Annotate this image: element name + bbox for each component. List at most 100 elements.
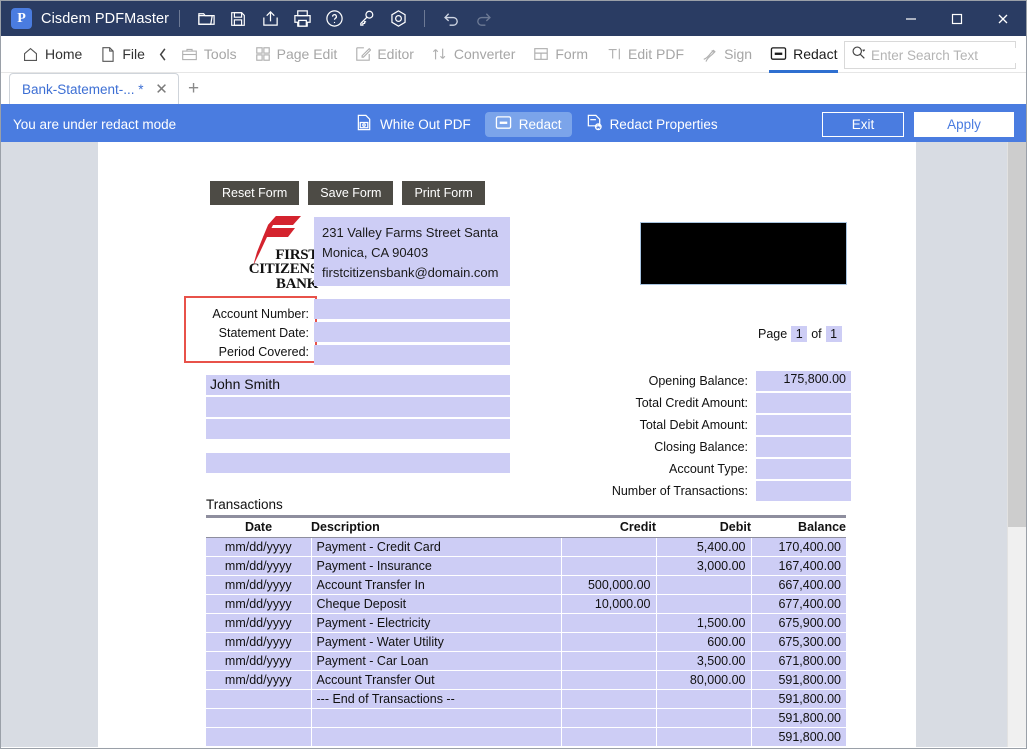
share-icon[interactable] [256, 5, 284, 33]
reset-form-button[interactable]: Reset Form [210, 181, 300, 205]
ribbon-item-converter[interactable]: Converter [423, 36, 524, 73]
ribbon-item-page-edit[interactable]: Page Edit [246, 36, 347, 73]
cell-balance[interactable]: 591,800.00 [751, 670, 846, 690]
cell-date[interactable] [206, 708, 312, 728]
cell-balance[interactable]: 667,400.00 [751, 575, 846, 595]
apply-button[interactable]: Apply [914, 111, 1014, 137]
cell-balance[interactable]: 591,800.00 [751, 708, 846, 728]
cell-date[interactable]: mm/dd/yyyy [206, 575, 312, 595]
cell-date[interactable]: mm/dd/yyyy [206, 651, 312, 671]
bank-address-field[interactable]: 231 Valley Farms Street Santa Monica, CA… [314, 217, 510, 286]
cell-date[interactable]: mm/dd/yyyy [206, 537, 312, 557]
total-debit-amount-field[interactable] [756, 415, 851, 435]
cell-debit[interactable]: 600.00 [656, 632, 752, 652]
white-out-pdf-button[interactable]: White Out PDF [346, 112, 481, 137]
print-form-button[interactable]: Print Form [402, 181, 485, 205]
cell-debit[interactable]: 3,000.00 [656, 556, 752, 576]
cell-description[interactable]: Payment - Insurance [311, 556, 562, 576]
cell-date[interactable] [206, 689, 312, 709]
undo-icon[interactable] [437, 5, 465, 33]
table-row[interactable]: mm/dd/yyyy Payment - Car Loan 3,500.00 6… [206, 651, 846, 671]
cell-credit[interactable] [561, 556, 657, 576]
ribbon-scroll-left-icon[interactable] [154, 36, 172, 73]
cell-date[interactable]: mm/dd/yyyy [206, 632, 312, 652]
opening-balance-field[interactable]: 175,800.00 [756, 371, 851, 391]
save-icon[interactable] [224, 5, 252, 33]
search-box[interactable] [844, 41, 1026, 69]
document-tab[interactable]: Bank-Statement-... * ✕ [9, 73, 179, 104]
ribbon-item-tools[interactable]: Tools [172, 36, 246, 73]
closing-balance-field[interactable] [756, 437, 851, 457]
ribbon-item-file[interactable]: File [91, 36, 154, 73]
applied-redaction-box[interactable] [640, 222, 847, 285]
table-row[interactable]: mm/dd/yyyy Payment - Electricity 1,500.0… [206, 613, 846, 633]
cell-credit[interactable] [561, 689, 657, 709]
cell-debit[interactable]: 1,500.00 [656, 613, 752, 633]
help-icon[interactable] [320, 5, 348, 33]
cell-debit[interactable] [656, 594, 752, 614]
minimize-button[interactable] [888, 1, 934, 36]
table-row[interactable]: mm/dd/yyyy Account Transfer Out 80,000.0… [206, 670, 846, 690]
cell-credit[interactable] [561, 537, 657, 557]
ribbon-item-sign[interactable]: Sign [693, 36, 761, 73]
table-row[interactable]: --- End of Transactions -- 591,800.00 [206, 689, 846, 709]
redo-icon[interactable] [469, 5, 497, 33]
cell-credit[interactable] [561, 670, 657, 690]
cell-balance[interactable]: 167,400.00 [751, 556, 846, 576]
cell-balance[interactable]: 677,400.00 [751, 594, 846, 614]
cell-credit[interactable]: 500,000.00 [561, 575, 657, 595]
ribbon-item-form[interactable]: Form [524, 36, 597, 73]
cell-balance[interactable]: 671,800.00 [751, 651, 846, 671]
cell-description[interactable]: Cheque Deposit [311, 594, 562, 614]
cell-credit[interactable] [561, 632, 657, 652]
cell-debit[interactable]: 5,400.00 [656, 537, 752, 557]
cell-date[interactable]: mm/dd/yyyy [206, 613, 312, 633]
statement-date-field[interactable] [314, 322, 510, 342]
cell-description[interactable]: Payment - Credit Card [311, 537, 562, 557]
customer-name-field[interactable]: John Smith [206, 375, 510, 395]
cell-credit[interactable] [561, 708, 657, 728]
cell-debit[interactable] [656, 708, 752, 728]
cell-balance[interactable]: 675,300.00 [751, 632, 846, 652]
scrollbar-thumb[interactable] [1008, 142, 1026, 527]
cell-credit[interactable] [561, 651, 657, 671]
redaction-selection-rectangle[interactable] [184, 296, 317, 363]
cell-balance[interactable]: 591,800.00 [751, 727, 846, 747]
cell-debit[interactable] [656, 575, 752, 595]
period-covered-field[interactable] [314, 345, 510, 365]
cell-description[interactable]: Account Transfer Out [311, 670, 562, 690]
key-icon[interactable] [352, 5, 380, 33]
vertical-scrollbar[interactable] [1007, 142, 1026, 747]
table-row[interactable]: 591,800.00 [206, 727, 846, 747]
cell-description[interactable] [311, 708, 562, 728]
search-input[interactable] [871, 47, 1026, 63]
customer-address-line-2-field[interactable] [206, 419, 510, 439]
cell-date[interactable]: mm/dd/yyyy [206, 670, 312, 690]
ribbon-item-editor[interactable]: Editor [346, 36, 423, 73]
new-tab-button[interactable]: + [179, 73, 209, 104]
customer-address-line-1-field[interactable] [206, 397, 510, 417]
cell-balance[interactable]: 675,900.00 [751, 613, 846, 633]
cell-description[interactable]: Payment - Car Loan [311, 651, 562, 671]
cell-date[interactable]: mm/dd/yyyy [206, 594, 312, 614]
ribbon-item-home[interactable]: Home [13, 36, 91, 73]
account-type-field[interactable] [756, 459, 851, 479]
pdf-page[interactable]: Reset Form Save Form Print Form FIRST CI… [98, 142, 916, 747]
exit-button[interactable]: Exit [822, 111, 904, 137]
ribbon-item-edit-pdf[interactable]: Edit PDF [597, 36, 693, 73]
table-row[interactable]: 591,800.00 [206, 708, 846, 728]
close-button[interactable] [980, 1, 1026, 36]
cell-credit[interactable] [561, 727, 657, 747]
cell-description[interactable]: Payment - Water Utility [311, 632, 562, 652]
save-form-button[interactable]: Save Form [308, 181, 394, 205]
cell-debit[interactable]: 3,500.00 [656, 651, 752, 671]
cell-balance[interactable]: 170,400.00 [751, 537, 846, 557]
customer-extra-field[interactable] [206, 453, 510, 473]
number-of-transactions-field[interactable] [756, 481, 851, 501]
cell-credit[interactable]: 10,000.00 [561, 594, 657, 614]
print-icon[interactable] [288, 5, 316, 33]
cell-debit[interactable] [656, 727, 752, 747]
table-row[interactable]: mm/dd/yyyy Payment - Credit Card 5,400.0… [206, 537, 846, 557]
cell-date[interactable]: mm/dd/yyyy [206, 556, 312, 576]
cell-balance[interactable]: 591,800.00 [751, 689, 846, 709]
